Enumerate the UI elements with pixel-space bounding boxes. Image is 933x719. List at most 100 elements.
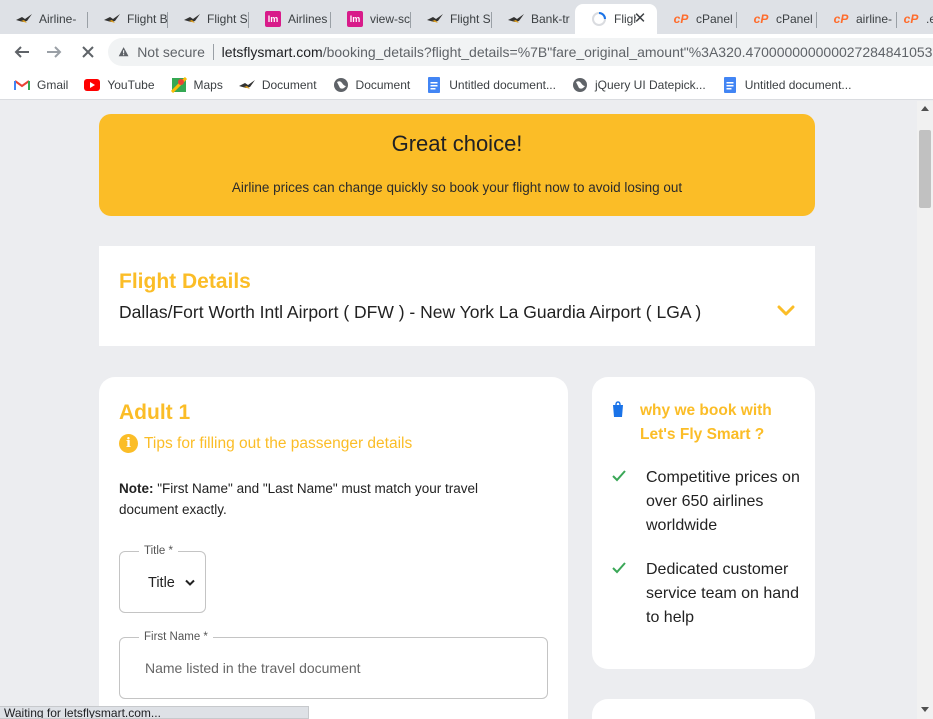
tab-label: Flight B [127, 12, 168, 26]
bookmark-label: Document [261, 77, 317, 92]
tab-bank-tr[interactable]: Bank-tr [492, 4, 574, 34]
bookmark-untitled-doc[interactable]: Untitled document... [426, 76, 556, 93]
bookmark-youtube[interactable]: YouTube [84, 77, 155, 93]
first-name-input[interactable]: Name listed in the travel document [145, 660, 361, 676]
bird-logo-icon [16, 11, 32, 27]
tab-e[interactable]: cP .e [897, 4, 933, 34]
tab-airline[interactable]: Airline- [0, 4, 88, 34]
chevron-down-icon [185, 579, 195, 586]
tab-flight-s-2[interactable]: Flight S [411, 4, 492, 34]
bird-logo-icon [508, 11, 524, 27]
loading-icon [591, 11, 607, 27]
bookmark-label: YouTube [107, 77, 155, 92]
great-choice-banner: Great choice! Airline prices can change … [99, 114, 815, 216]
tips-link[interactable]: i Tips for filling out the passenger det… [119, 434, 412, 453]
tab-strip: Airline- Flight B Flight S lm Airlines l… [0, 0, 933, 34]
why-item: Dedicated customer service team on hand … [612, 558, 806, 630]
tab-airline-cpanel[interactable]: cP airline- [817, 4, 897, 34]
why-book-heading: why we book with Let's Fly Smart ? [640, 402, 772, 443]
bookmark-label: Untitled document... [449, 77, 556, 92]
title-select[interactable]: Title * Title [119, 544, 206, 613]
lm-logo-icon: lm [265, 11, 281, 27]
tab-label: cPanel [696, 12, 733, 26]
scrollbar-thumb[interactable] [919, 130, 931, 208]
banner-subtitle: Airline prices can change quickly so boo… [231, 180, 683, 195]
maps-icon [170, 76, 187, 93]
back-icon[interactable] [10, 40, 34, 64]
cpanel-icon: cP [753, 12, 769, 26]
bird-logo-icon [427, 11, 443, 27]
bookmark-label: Untitled document... [744, 77, 852, 92]
bookmark-label: Maps [193, 77, 223, 92]
title-value: Title [148, 575, 175, 591]
passenger-card: Adult 1 i Tips for filling out the passe… [99, 377, 568, 719]
flight-details-card[interactable]: Flight Details Dallas/Fort Worth Intl Ai… [99, 246, 815, 346]
tab-view-sc[interactable]: lm view-sc [331, 4, 411, 34]
cpanel-icon: cP [673, 12, 689, 26]
title-select-value[interactable]: Title [148, 575, 195, 591]
tab-label: view-sc [370, 12, 411, 26]
tab-flight-b[interactable]: Flight B [88, 4, 168, 34]
youtube-icon [84, 77, 101, 93]
bookmark-document-2[interactable]: Document [333, 77, 410, 93]
tab-cpanel[interactable]: cP cPanel [657, 4, 737, 34]
bird-logo-icon [238, 77, 255, 93]
cpanel-icon: cP [903, 12, 919, 26]
tab-label: airline- [856, 12, 893, 26]
bookmark-jquery-datepicker[interactable]: jQuery UI Datepick... [572, 77, 706, 93]
page-scrollbar[interactable] [917, 101, 933, 719]
forward-icon[interactable] [42, 40, 66, 64]
flight-route: Dallas/Fort Worth Intl Airport ( DFW ) -… [119, 302, 702, 322]
bookmark-gmail[interactable]: Gmail [14, 77, 68, 93]
passenger-heading: Adult 1 [119, 401, 191, 424]
note-label: Note: [119, 481, 154, 496]
address-bar[interactable]: Not secure letsflysmart.com/booking_deta… [108, 38, 933, 66]
banner-title: Great choice! [391, 131, 523, 156]
tab-label: cPanel [776, 12, 813, 26]
first-name-field[interactable]: First Name * Name listed in the travel d… [119, 630, 548, 699]
why-item-text: Dedicated customer service team on hand … [646, 561, 799, 626]
close-tab-icon[interactable]: ✕ [631, 9, 649, 27]
warning-icon [118, 47, 129, 57]
shopping-bag-icon [613, 401, 623, 417]
tab-label: Airline- [39, 12, 77, 26]
bookmark-document[interactable]: Document [238, 77, 317, 93]
stop-loading-icon[interactable] [76, 40, 100, 64]
omnibox-divider [212, 44, 214, 60]
why-item: Competitive prices on over 650 airlines … [612, 466, 806, 538]
scroll-up-icon[interactable] [917, 105, 933, 115]
docs-icon [722, 76, 738, 93]
tab-airlines[interactable]: lm Airlines [249, 4, 331, 34]
why-item-text: Competitive prices on over 650 airlines … [646, 469, 800, 534]
bookmark-maps[interactable]: Maps [170, 76, 223, 93]
lm-logo-icon: lm [347, 11, 363, 27]
next-card [592, 699, 815, 719]
tips-label: Tips for filling out the passenger detai… [144, 434, 413, 452]
gmail-icon [14, 77, 30, 93]
bookmark-label: jQuery UI Datepick... [594, 77, 706, 92]
not-secure-label[interactable]: Not secure [137, 44, 205, 60]
first-name-legend: First Name * [139, 630, 213, 644]
note-text: "First Name" and "Last Name" must match … [119, 481, 479, 517]
bird-logo-icon [184, 11, 200, 27]
tab-cpanel-2[interactable]: cP cPanel [737, 4, 817, 34]
scroll-down-icon[interactable] [917, 707, 933, 717]
docs-icon [426, 76, 442, 93]
tab-label: .e [926, 12, 933, 26]
tab-active-flight[interactable]: Fligh ✕ [575, 4, 657, 34]
globe-icon [572, 77, 588, 93]
why-book-header: why we book with Let's Fly Smart ? [612, 399, 790, 447]
bookmarks-bar: Gmail YouTube Maps Document Document Unt… [0, 70, 933, 100]
bird-logo-icon [104, 11, 120, 27]
globe-icon [333, 77, 349, 93]
info-icon: i [119, 434, 138, 453]
bookmark-untitled-doc-2[interactable]: Untitled document... [722, 76, 852, 93]
flight-details-heading: Flight Details [119, 270, 251, 293]
name-match-note: Note: "First Name" and "Last Name" must … [119, 478, 519, 520]
url-path: /booking_details?flight_details=%7B"fare… [322, 44, 933, 60]
url-host: letsflysmart.com [221, 44, 323, 60]
check-icon [612, 470, 626, 482]
title-legend: Title * [139, 544, 178, 558]
tab-flight-s[interactable]: Flight S [168, 4, 249, 34]
chevron-down-icon[interactable] [777, 304, 795, 318]
